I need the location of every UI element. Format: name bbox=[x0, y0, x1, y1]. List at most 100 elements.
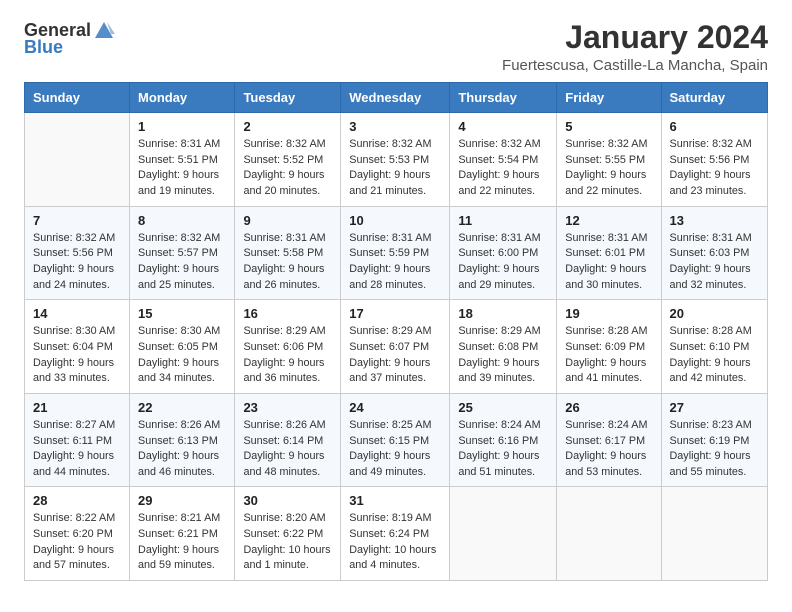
day-cell: 3 Sunrise: 8:32 AMSunset: 5:53 PMDayligh… bbox=[341, 113, 450, 207]
day-info: Sunrise: 8:24 AMSunset: 6:16 PMDaylight:… bbox=[458, 419, 540, 478]
day-info: Sunrise: 8:26 AMSunset: 6:14 PMDaylight:… bbox=[243, 419, 325, 478]
day-cell: 25 Sunrise: 8:24 AMSunset: 6:16 PMDaylig… bbox=[450, 393, 557, 487]
day-info: Sunrise: 8:32 AMSunset: 5:52 PMDaylight:… bbox=[243, 138, 325, 197]
day-cell: 30 Sunrise: 8:20 AMSunset: 6:22 PMDaylig… bbox=[235, 487, 341, 581]
day-info: Sunrise: 8:31 AMSunset: 5:58 PMDaylight:… bbox=[243, 232, 325, 291]
calendar-table: Sunday Monday Tuesday Wednesday Thursday… bbox=[24, 82, 768, 581]
calendar-title: January 2024 bbox=[502, 20, 768, 55]
day-number: 17 bbox=[349, 306, 441, 321]
day-number: 6 bbox=[670, 119, 760, 134]
day-number: 24 bbox=[349, 400, 441, 415]
day-cell: 21 Sunrise: 8:27 AMSunset: 6:11 PMDaylig… bbox=[25, 393, 130, 487]
day-info: Sunrise: 8:31 AMSunset: 6:00 PMDaylight:… bbox=[458, 232, 540, 291]
day-info: Sunrise: 8:27 AMSunset: 6:11 PMDaylight:… bbox=[33, 419, 115, 478]
day-cell: 6 Sunrise: 8:32 AMSunset: 5:56 PMDayligh… bbox=[661, 113, 768, 207]
day-cell: 19 Sunrise: 8:28 AMSunset: 6:09 PMDaylig… bbox=[557, 300, 661, 394]
day-number: 15 bbox=[138, 306, 226, 321]
day-info: Sunrise: 8:29 AMSunset: 6:07 PMDaylight:… bbox=[349, 325, 431, 384]
day-info: Sunrise: 8:28 AMSunset: 6:10 PMDaylight:… bbox=[670, 325, 752, 384]
day-cell: 1 Sunrise: 8:31 AMSunset: 5:51 PMDayligh… bbox=[130, 113, 235, 207]
day-number: 3 bbox=[349, 119, 441, 134]
day-cell: 14 Sunrise: 8:30 AMSunset: 6:04 PMDaylig… bbox=[25, 300, 130, 394]
day-number: 11 bbox=[458, 213, 548, 228]
day-info: Sunrise: 8:20 AMSunset: 6:22 PMDaylight:… bbox=[243, 512, 330, 571]
day-number: 20 bbox=[670, 306, 760, 321]
day-info: Sunrise: 8:26 AMSunset: 6:13 PMDaylight:… bbox=[138, 419, 220, 478]
day-number: 9 bbox=[243, 213, 332, 228]
day-number: 16 bbox=[243, 306, 332, 321]
day-cell: 27 Sunrise: 8:23 AMSunset: 6:19 PMDaylig… bbox=[661, 393, 768, 487]
day-cell: 12 Sunrise: 8:31 AMSunset: 6:01 PMDaylig… bbox=[557, 206, 661, 300]
day-number: 5 bbox=[565, 119, 652, 134]
day-cell: 2 Sunrise: 8:32 AMSunset: 5:52 PMDayligh… bbox=[235, 113, 341, 207]
day-number: 12 bbox=[565, 213, 652, 228]
day-number: 14 bbox=[33, 306, 121, 321]
day-number: 4 bbox=[458, 119, 548, 134]
day-info: Sunrise: 8:31 AMSunset: 6:03 PMDaylight:… bbox=[670, 232, 752, 291]
day-cell: 22 Sunrise: 8:26 AMSunset: 6:13 PMDaylig… bbox=[130, 393, 235, 487]
day-cell: 18 Sunrise: 8:29 AMSunset: 6:08 PMDaylig… bbox=[450, 300, 557, 394]
day-number: 26 bbox=[565, 400, 652, 415]
day-number: 1 bbox=[138, 119, 226, 134]
day-number: 25 bbox=[458, 400, 548, 415]
day-info: Sunrise: 8:30 AMSunset: 6:04 PMDaylight:… bbox=[33, 325, 115, 384]
day-info: Sunrise: 8:32 AMSunset: 5:55 PMDaylight:… bbox=[565, 138, 647, 197]
day-info: Sunrise: 8:30 AMSunset: 6:05 PMDaylight:… bbox=[138, 325, 220, 384]
day-number: 23 bbox=[243, 400, 332, 415]
day-number: 7 bbox=[33, 213, 121, 228]
days-header-row: Sunday Monday Tuesday Wednesday Thursday… bbox=[25, 83, 768, 113]
header-wednesday: Wednesday bbox=[341, 83, 450, 113]
day-cell: 16 Sunrise: 8:29 AMSunset: 6:06 PMDaylig… bbox=[235, 300, 341, 394]
day-number: 8 bbox=[138, 213, 226, 228]
day-cell: 4 Sunrise: 8:32 AMSunset: 5:54 PMDayligh… bbox=[450, 113, 557, 207]
day-number: 19 bbox=[565, 306, 652, 321]
day-cell: 13 Sunrise: 8:31 AMSunset: 6:03 PMDaylig… bbox=[661, 206, 768, 300]
day-cell: 9 Sunrise: 8:31 AMSunset: 5:58 PMDayligh… bbox=[235, 206, 341, 300]
week-row-3: 21 Sunrise: 8:27 AMSunset: 6:11 PMDaylig… bbox=[25, 393, 768, 487]
day-cell: 8 Sunrise: 8:32 AMSunset: 5:57 PMDayligh… bbox=[130, 206, 235, 300]
day-number: 13 bbox=[670, 213, 760, 228]
day-cell: 31 Sunrise: 8:19 AMSunset: 6:24 PMDaylig… bbox=[341, 487, 450, 581]
day-number: 28 bbox=[33, 493, 121, 508]
day-number: 27 bbox=[670, 400, 760, 415]
day-info: Sunrise: 8:24 AMSunset: 6:17 PMDaylight:… bbox=[565, 419, 647, 478]
logo-icon bbox=[93, 20, 115, 42]
day-info: Sunrise: 8:29 AMSunset: 6:06 PMDaylight:… bbox=[243, 325, 325, 384]
day-cell: 7 Sunrise: 8:32 AMSunset: 5:56 PMDayligh… bbox=[25, 206, 130, 300]
week-row-1: 7 Sunrise: 8:32 AMSunset: 5:56 PMDayligh… bbox=[25, 206, 768, 300]
day-number: 10 bbox=[349, 213, 441, 228]
day-cell: 5 Sunrise: 8:32 AMSunset: 5:55 PMDayligh… bbox=[557, 113, 661, 207]
day-info: Sunrise: 8:32 AMSunset: 5:53 PMDaylight:… bbox=[349, 138, 431, 197]
day-number: 18 bbox=[458, 306, 548, 321]
day-info: Sunrise: 8:28 AMSunset: 6:09 PMDaylight:… bbox=[565, 325, 647, 384]
day-info: Sunrise: 8:32 AMSunset: 5:56 PMDaylight:… bbox=[33, 232, 115, 291]
day-number: 21 bbox=[33, 400, 121, 415]
header-friday: Friday bbox=[557, 83, 661, 113]
day-number: 22 bbox=[138, 400, 226, 415]
day-cell: 11 Sunrise: 8:31 AMSunset: 6:00 PMDaylig… bbox=[450, 206, 557, 300]
day-cell: 29 Sunrise: 8:21 AMSunset: 6:21 PMDaylig… bbox=[130, 487, 235, 581]
week-row-2: 14 Sunrise: 8:30 AMSunset: 6:04 PMDaylig… bbox=[25, 300, 768, 394]
day-info: Sunrise: 8:23 AMSunset: 6:19 PMDaylight:… bbox=[670, 419, 752, 478]
day-cell: 23 Sunrise: 8:26 AMSunset: 6:14 PMDaylig… bbox=[235, 393, 341, 487]
header-sunday: Sunday bbox=[25, 83, 130, 113]
day-cell: 15 Sunrise: 8:30 AMSunset: 6:05 PMDaylig… bbox=[130, 300, 235, 394]
header-thursday: Thursday bbox=[450, 83, 557, 113]
day-info: Sunrise: 8:31 AMSunset: 5:59 PMDaylight:… bbox=[349, 232, 431, 291]
title-area: January 2024 Fuertescusa, Castille-La Ma… bbox=[502, 20, 768, 74]
logo-blue: Blue bbox=[24, 38, 63, 58]
day-number: 30 bbox=[243, 493, 332, 508]
week-row-4: 28 Sunrise: 8:22 AMSunset: 6:20 PMDaylig… bbox=[25, 487, 768, 581]
header-saturday: Saturday bbox=[661, 83, 768, 113]
day-info: Sunrise: 8:25 AMSunset: 6:15 PMDaylight:… bbox=[349, 419, 431, 478]
day-cell: 26 Sunrise: 8:24 AMSunset: 6:17 PMDaylig… bbox=[557, 393, 661, 487]
day-info: Sunrise: 8:21 AMSunset: 6:21 PMDaylight:… bbox=[138, 512, 220, 571]
day-cell: 28 Sunrise: 8:22 AMSunset: 6:20 PMDaylig… bbox=[25, 487, 130, 581]
page-header: General Blue January 2024 Fuertescusa, C… bbox=[24, 20, 768, 74]
day-info: Sunrise: 8:31 AMSunset: 6:01 PMDaylight:… bbox=[565, 232, 647, 291]
day-info: Sunrise: 8:29 AMSunset: 6:08 PMDaylight:… bbox=[458, 325, 540, 384]
week-row-0: 1 Sunrise: 8:31 AMSunset: 5:51 PMDayligh… bbox=[25, 113, 768, 207]
day-cell: 17 Sunrise: 8:29 AMSunset: 6:07 PMDaylig… bbox=[341, 300, 450, 394]
day-info: Sunrise: 8:19 AMSunset: 6:24 PMDaylight:… bbox=[349, 512, 436, 571]
day-info: Sunrise: 8:31 AMSunset: 5:51 PMDaylight:… bbox=[138, 138, 220, 197]
